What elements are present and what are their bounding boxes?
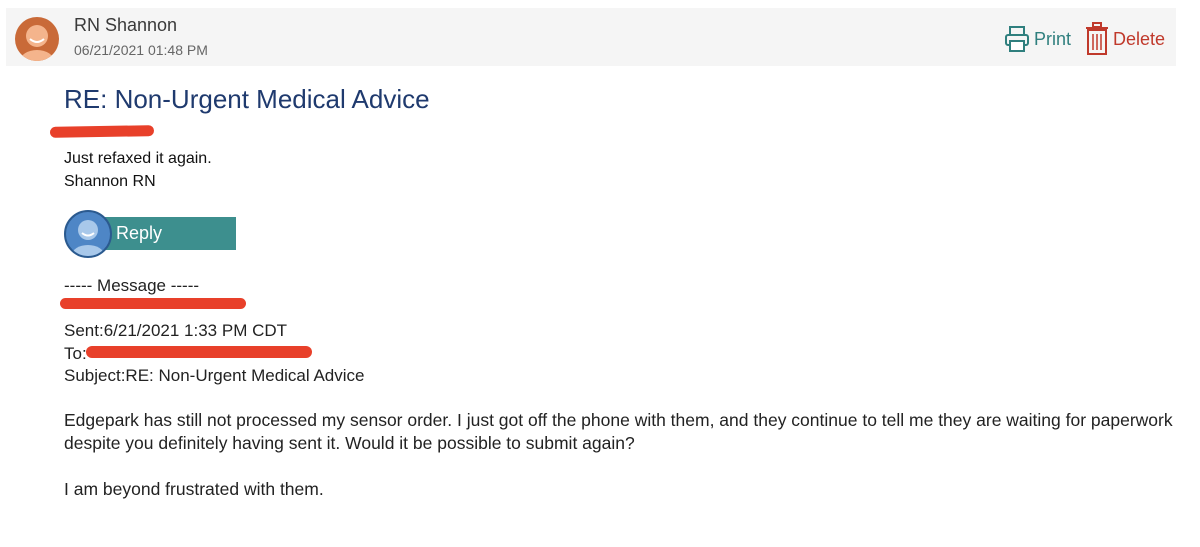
redaction-mark	[49, 125, 155, 138]
message-paragraph: I am beyond frustrated with them.	[64, 479, 324, 499]
trash-icon	[1086, 22, 1108, 55]
subject-line: Subject:RE: Non-Urgent Medical Advice	[64, 366, 365, 385]
sender-avatar	[15, 17, 59, 61]
sender-name: RN Shannon	[74, 15, 178, 35]
reply-line: Shannon RN	[64, 173, 156, 190]
redaction-mark	[60, 298, 246, 309]
sender-date: 06/21/2021 01:48 PM	[74, 42, 208, 58]
print-button[interactable]: Print	[1004, 24, 1071, 54]
delete-button[interactable]: Delete	[1085, 22, 1165, 56]
printer-icon	[1005, 26, 1029, 52]
sent-line: Sent:6/21/2021 1:33 PM CDT	[64, 321, 288, 340]
message-separator: ----- Message -----	[64, 276, 200, 295]
person-icon	[72, 220, 104, 256]
to-line-prefix: To:	[64, 344, 87, 363]
delete-label: Delete	[1113, 28, 1166, 49]
message-subject: RE: Non-Urgent Medical Advice	[64, 84, 430, 114]
message-paragraph: Edgepark has still not processed my sens…	[64, 410, 1173, 453]
user-avatar	[64, 210, 112, 258]
person-icon	[20, 25, 54, 61]
reply-line: Just refaxed it again.	[64, 150, 212, 167]
reply-button[interactable]: Reply	[98, 217, 236, 250]
print-label: Print	[1034, 28, 1072, 49]
redaction-mark	[86, 346, 312, 358]
